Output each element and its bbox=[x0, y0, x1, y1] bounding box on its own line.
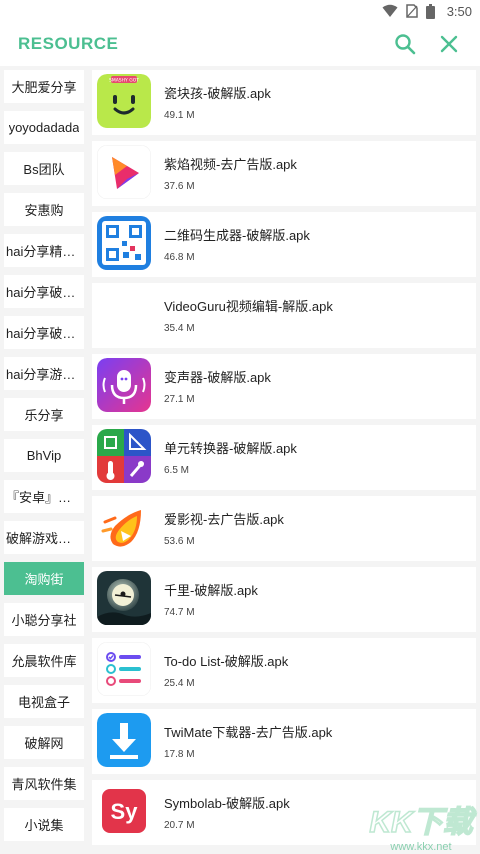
play-flame-icon bbox=[97, 145, 151, 199]
app-icon bbox=[97, 216, 151, 270]
app-card[interactable]: To-do List-破解版.apk 25.4 M bbox=[92, 638, 476, 703]
sidebar-item[interactable]: 乐分享 bbox=[4, 398, 84, 431]
search-icon bbox=[395, 34, 416, 55]
app-name: Symbolab-破解版.apk bbox=[164, 796, 290, 811]
status-bar: 3:50 bbox=[0, 0, 480, 22]
app-icon bbox=[97, 429, 151, 483]
status-time: 3:50 bbox=[446, 3, 472, 19]
app-size: 20.7 M bbox=[164, 820, 195, 831]
app-icon bbox=[97, 571, 151, 625]
watermark-logo: KK下载 www.kkx.net bbox=[369, 805, 478, 853]
sidebar-item[interactable]: 安惠购 bbox=[4, 193, 84, 226]
app-card[interactable]: 千里-破解版.apk 74.7 M bbox=[92, 567, 476, 632]
category-sidebar: 大肥爱分享 yoyodadada Bs团队 安惠购 hai分享精选… hai分享… bbox=[0, 68, 88, 854]
qr-code-icon bbox=[97, 216, 151, 270]
close-icon bbox=[440, 35, 458, 53]
sidebar-item[interactable]: 破解网 bbox=[4, 726, 84, 759]
svg-text:Sy: Sy bbox=[111, 799, 139, 824]
svg-text:SMASHY GOT: SMASHY GOT bbox=[109, 78, 139, 84]
sidebar-item[interactable]: 青风软件集 bbox=[4, 767, 84, 800]
app-size: 37.6 M bbox=[164, 181, 195, 192]
sidebar-item[interactable]: hai分享精选… bbox=[4, 234, 84, 267]
sidebar-item[interactable]: yoyodadada bbox=[4, 111, 84, 144]
sidebar-item[interactable]: 小说集 bbox=[4, 808, 84, 841]
app-card[interactable]: SMASHY GOT 瓷块孩-破解版.apk 49.1 M bbox=[92, 70, 476, 135]
unit-converter-icon bbox=[97, 429, 151, 483]
download-arrow-icon bbox=[97, 713, 151, 767]
app-name: TwiMate下载器-去广告版.apk bbox=[164, 725, 333, 740]
no-sim-icon bbox=[405, 4, 418, 18]
app-size: 46.8 M bbox=[164, 252, 195, 263]
app-size: 53.6 M bbox=[164, 536, 195, 547]
svg-text:KK下载: KK下载 bbox=[369, 806, 476, 839]
sidebar-item[interactable]: 允晨软件库 bbox=[4, 644, 84, 677]
app-size: 35.4 M bbox=[164, 323, 195, 334]
app-icon: Sy bbox=[97, 784, 151, 838]
app-card[interactable]: 紫焰视频-去广告版.apk 37.6 M bbox=[92, 141, 476, 206]
app-name: To-do List-破解版.apk bbox=[164, 654, 289, 669]
app-icon bbox=[97, 358, 151, 412]
moon-witch-icon bbox=[97, 571, 151, 625]
app-name: VideoGuru视频编辑-解版.apk bbox=[164, 299, 333, 314]
app-header: RESOURCE bbox=[0, 22, 480, 66]
app-icon: SMASHY GOT bbox=[97, 74, 151, 128]
battery-icon bbox=[425, 3, 435, 19]
sidebar-item-active[interactable]: 淘购街 bbox=[4, 562, 84, 595]
sidebar-item[interactable]: Bs团队 bbox=[4, 152, 84, 185]
todo-list-icon bbox=[97, 642, 151, 696]
search-button[interactable] bbox=[391, 30, 419, 58]
app-name: 紫焰视频-去广告版.apk bbox=[164, 157, 297, 172]
app-name: 瓷块孩-破解版.apk bbox=[164, 86, 271, 101]
close-button[interactable] bbox=[435, 30, 463, 58]
app-icon bbox=[97, 145, 151, 199]
sidebar-item[interactable]: 小聪分享社 bbox=[4, 603, 84, 636]
app-name: 二维码生成器-破解版.apk bbox=[164, 228, 310, 243]
sidebar-item[interactable]: 电视盒子 bbox=[4, 685, 84, 718]
app-card[interactable]: VideoGuru视频编辑-解版.apk 35.4 M bbox=[92, 283, 476, 348]
app-card[interactable]: 变声器-破解版.apk 27.1 M bbox=[92, 354, 476, 419]
app-size: 25.4 M bbox=[164, 678, 195, 689]
page-title: RESOURCE bbox=[18, 34, 119, 53]
app-name: 单元转换器-破解版.apk bbox=[164, 441, 297, 456]
app-size: 6.5 M bbox=[164, 465, 190, 476]
app-name: 变声器-破解版.apk bbox=[164, 370, 271, 385]
app-card[interactable]: TwiMate下载器-去广告版.apk 17.8 M bbox=[92, 709, 476, 774]
app-size: 49.1 M bbox=[164, 110, 195, 121]
wifi-icon bbox=[382, 4, 398, 17]
sidebar-item[interactable]: hai分享破解… bbox=[4, 275, 84, 308]
app-card[interactable]: 二维码生成器-破解版.apk 46.8 M bbox=[92, 212, 476, 277]
app-icon bbox=[97, 713, 151, 767]
smiley-block-icon: SMASHY GOT bbox=[97, 74, 151, 128]
app-name: 千里-破解版.apk bbox=[164, 583, 258, 598]
app-size: 74.7 M bbox=[164, 607, 195, 618]
app-name: 爱影视-去广告版.apk bbox=[164, 512, 284, 527]
sidebar-item[interactable]: BhVip bbox=[4, 439, 84, 472]
sidebar-item[interactable]: 『安卓』破… bbox=[4, 480, 84, 513]
sidebar-item[interactable]: hai分享破解… bbox=[4, 316, 84, 349]
app-icon bbox=[97, 642, 151, 696]
symbolab-icon: Sy bbox=[97, 784, 151, 838]
sidebar-item[interactable]: hai分享游戏… bbox=[4, 357, 84, 390]
app-icon bbox=[97, 500, 151, 554]
sidebar-item[interactable]: 破解游戏合集 bbox=[4, 521, 84, 554]
sidebar-item[interactable]: 大肥爱分享 bbox=[4, 70, 84, 103]
svg-text:www.kkx.net: www.kkx.net bbox=[389, 841, 451, 853]
app-card[interactable]: 爱影视-去广告版.apk 53.6 M bbox=[92, 496, 476, 561]
app-size: 27.1 M bbox=[164, 394, 195, 405]
microphone-icon bbox=[97, 358, 151, 412]
app-list: SMASHY GOT 瓷块孩-破解版.apk 49.1 M 紫焰视频-去广告版.… bbox=[92, 68, 476, 854]
app-size: 17.8 M bbox=[164, 749, 195, 760]
app-card[interactable]: 单元转换器-破解版.apk 6.5 M bbox=[92, 425, 476, 490]
flame-play-icon bbox=[97, 500, 151, 554]
